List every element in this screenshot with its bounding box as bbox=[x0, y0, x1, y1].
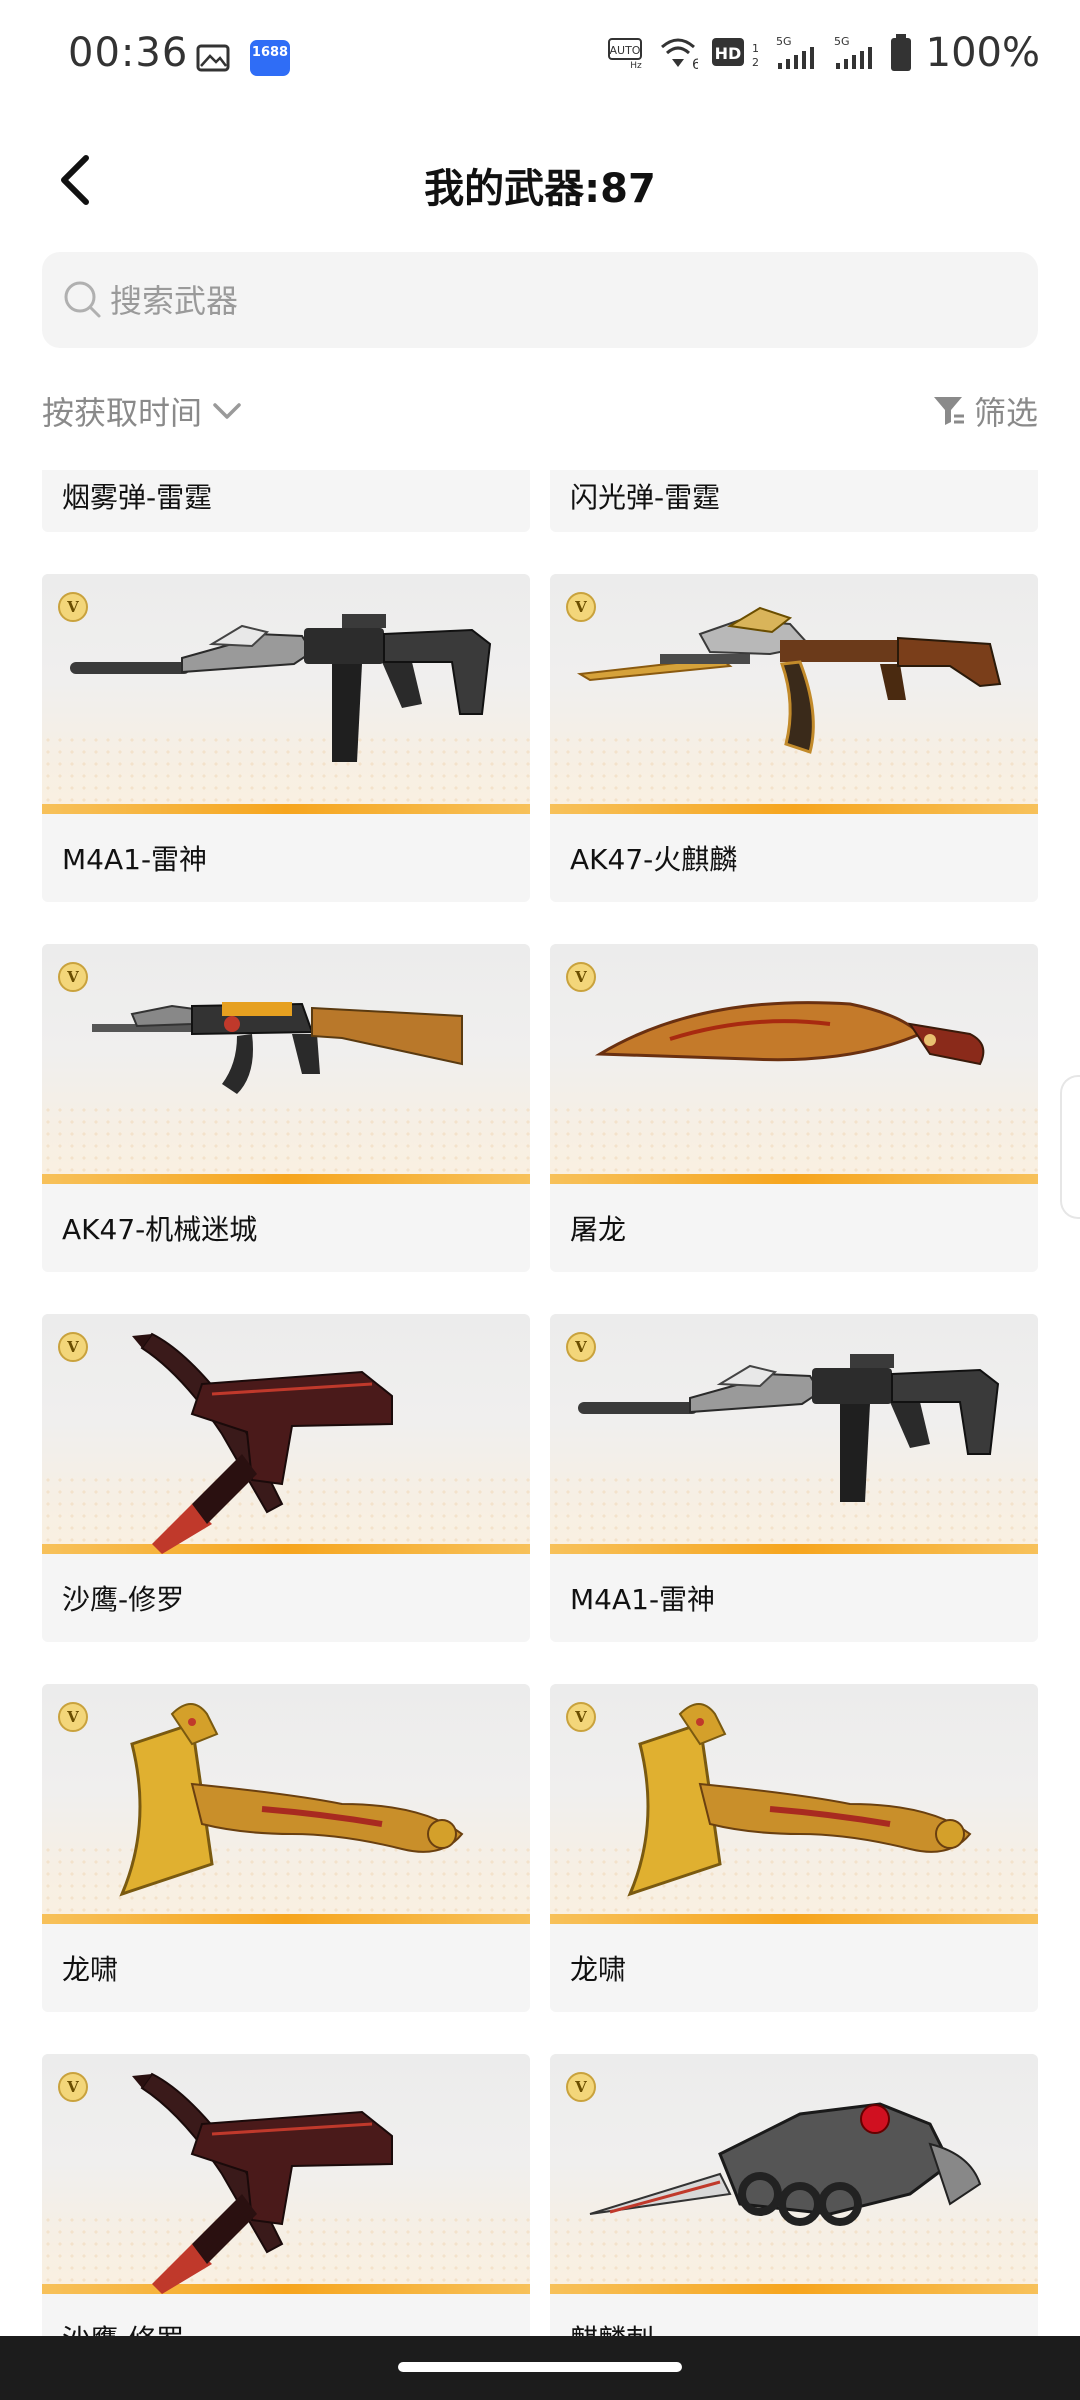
weapon-art bbox=[594, 1001, 985, 1066]
weapon-name: 闪光弹-雷霆 bbox=[570, 481, 721, 514]
signal-5g-icon: 5G bbox=[834, 35, 872, 69]
svg-text:Hz: Hz bbox=[630, 61, 642, 69]
weapon-art bbox=[70, 614, 492, 762]
weapon-name: 龙啸 bbox=[62, 1953, 119, 1986]
weapon-art bbox=[576, 606, 1002, 754]
vip-badge-icon: V bbox=[566, 962, 596, 992]
weapon-image: V bbox=[550, 1314, 1038, 1554]
search-box[interactable] bbox=[42, 252, 1038, 350]
vip-badge-icon: V bbox=[58, 2072, 88, 2102]
svg-text:5G: 5G bbox=[834, 35, 850, 48]
weapon-image: V bbox=[550, 2054, 1038, 2294]
weapon-card[interactable]: 闪光弹-雷霆 bbox=[550, 470, 1038, 532]
battery-icon bbox=[890, 34, 911, 71]
vip-badge-icon: V bbox=[566, 2072, 596, 2102]
weapon-image: V bbox=[42, 1314, 530, 1554]
weapon-card[interactable]: V M4A1-雷神 bbox=[42, 574, 530, 902]
gallery-icon bbox=[196, 44, 230, 72]
vip-badge-icon: V bbox=[58, 1702, 88, 1732]
weapon-card[interactable]: V 沙鹰-修罗 bbox=[42, 1314, 530, 1642]
search-icon bbox=[64, 281, 101, 318]
sort-dropdown[interactable]: 按获取时间 bbox=[42, 388, 242, 434]
weapon-name: 龙啸 bbox=[570, 1953, 627, 1986]
weapon-card[interactable]: V M4A1-雷神 bbox=[550, 1314, 1038, 1642]
vip-badge-icon: V bbox=[566, 592, 596, 622]
sort-label: 按获取时间 bbox=[42, 394, 203, 432]
weapon-name: 沙鹰-修罗 bbox=[62, 2318, 184, 2336]
weapon-card[interactable]: V 麒麟刺 bbox=[550, 2054, 1038, 2336]
weapon-grid[interactable]: 烟雾弹-雷霆 闪光弹-雷霆 V M4A1-雷神 V AK47-火麒麟 V AK47-机械… bbox=[0, 470, 1080, 2336]
navigation-bar bbox=[0, 2336, 1080, 2400]
weapon-name: M4A1-雷神 bbox=[62, 843, 208, 876]
vip-badge-icon: V bbox=[566, 1702, 596, 1732]
vip-badge-icon: V bbox=[58, 592, 88, 622]
status-bar: 00:36 1688 AUTO Hz 6 HD 1 2 5G 5G 100% bbox=[0, 0, 1080, 118]
weapon-name: 屠龙 bbox=[570, 1213, 627, 1246]
side-drawer-handle[interactable] bbox=[1060, 1075, 1080, 1219]
weapon-name: M4A1-雷神 bbox=[570, 1583, 716, 1616]
svg-text:6: 6 bbox=[692, 57, 698, 73]
weapon-card[interactable]: V 龙啸 bbox=[550, 1684, 1038, 2012]
svg-text:5G: 5G bbox=[776, 35, 792, 48]
weapon-name: 麒麟刺 bbox=[570, 2318, 654, 2336]
home-indicator[interactable] bbox=[398, 2362, 682, 2372]
weapon-card[interactable]: V AK47-机械迷城 bbox=[42, 944, 530, 1272]
app-1688-icon: 1688 bbox=[250, 40, 290, 76]
weapon-card[interactable]: V AK47-火麒麟 bbox=[550, 574, 1038, 902]
svg-text:2: 2 bbox=[752, 56, 759, 69]
weapon-art bbox=[119, 1703, 464, 1897]
weapon-card[interactable]: 烟雾弹-雷霆 bbox=[42, 470, 530, 532]
hd-icon: HD 1 2 bbox=[711, 38, 759, 69]
wifi-6-icon: 6 bbox=[660, 38, 698, 73]
weapon-card[interactable]: V 屠龙 bbox=[550, 944, 1038, 1272]
weapon-art bbox=[132, 1332, 393, 1554]
weapon-art bbox=[627, 1703, 972, 1897]
status-time: 00:36 bbox=[68, 30, 189, 76]
weapon-name: AK47-火麒麟 bbox=[570, 843, 738, 876]
vip-badge-icon: V bbox=[58, 962, 88, 992]
weapon-art bbox=[92, 1002, 463, 1094]
weapon-art bbox=[132, 2072, 393, 2294]
vip-badge-icon: V bbox=[58, 1332, 88, 1362]
signal-5g-icon: 5G bbox=[776, 35, 814, 69]
weapon-card[interactable]: V 龙啸 bbox=[42, 1684, 530, 2012]
page-title: 我的武器:87 bbox=[424, 166, 656, 212]
weapon-name: 沙鹰-修罗 bbox=[62, 1583, 185, 1616]
search-input[interactable] bbox=[108, 252, 1012, 350]
weapon-image: V bbox=[42, 1684, 530, 1924]
battery-percent: 100% bbox=[925, 30, 1040, 76]
weapon-image: V bbox=[550, 944, 1038, 1184]
filter-button[interactable]: 筛选 bbox=[932, 388, 1038, 434]
vip-badge-icon: V bbox=[566, 1332, 596, 1362]
filter-label: 筛选 bbox=[973, 394, 1038, 432]
page-header: 我的武器:87 bbox=[0, 118, 1080, 248]
weapon-image: V bbox=[550, 574, 1038, 814]
weapon-image: V bbox=[42, 944, 530, 1184]
filter-icon bbox=[933, 397, 964, 425]
weapon-art bbox=[578, 1354, 1000, 1502]
weapon-image: V bbox=[42, 2054, 530, 2294]
weapon-name: 烟雾弹-雷霆 bbox=[62, 481, 213, 514]
chevron-down-icon bbox=[213, 403, 241, 419]
weapon-image: V bbox=[550, 1684, 1038, 1924]
svg-text:1: 1 bbox=[752, 42, 759, 55]
auto-hz-icon: AUTO Hz bbox=[607, 38, 642, 69]
svg-text:AUTO: AUTO bbox=[609, 44, 640, 57]
weapon-name: AK47-机械迷城 bbox=[62, 1213, 258, 1246]
sort-bar: 按获取时间 筛选 bbox=[42, 388, 1038, 438]
weapon-art bbox=[589, 2102, 982, 2226]
weapon-image: V bbox=[42, 574, 530, 814]
weapon-card[interactable]: V 沙鹰-修罗 bbox=[42, 2054, 530, 2336]
svg-text:HD: HD bbox=[714, 44, 741, 63]
